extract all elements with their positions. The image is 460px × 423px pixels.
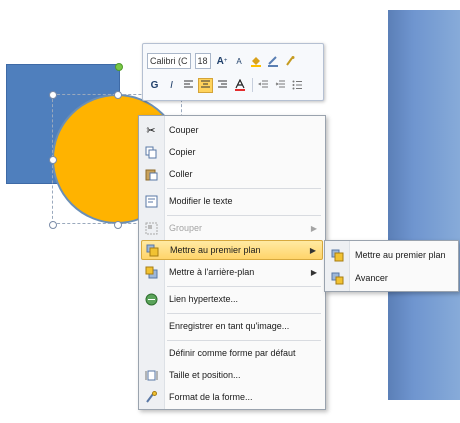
submenu-item-label: Avancer [355,273,388,283]
menu-item-label: Copier [169,147,196,157]
menu-item-label: Enregistrer en tant qu'image... [169,321,290,331]
menu-separator [167,340,321,341]
bring-forward-icon [327,270,347,286]
mini-toolbar-row-2: G I [147,76,307,94]
menu-item-group[interactable]: Grouper ▶ [141,218,323,238]
resize-handle-left[interactable] [49,156,57,164]
menu-item-label: Couper [169,125,199,135]
align-center-icon[interactable] [198,77,213,93]
mini-toolbar: Calibri (C 18 A + A G I [142,43,324,101]
menu-item-edit-text[interactable]: Modifier le texte [141,191,323,211]
resize-handle-bottom[interactable] [114,221,122,229]
decrease-indent-icon[interactable] [256,78,271,93]
menu-item-bring-to-front[interactable]: Mettre au premier plan ▶ [141,240,323,260]
menu-item-label: Mettre à l'arrière-plan [169,267,255,277]
increase-indent-icon[interactable] [273,78,288,93]
align-right-icon[interactable] [215,78,230,93]
menu-item-label: Format de la forme... [169,392,253,402]
bring-to-front-icon [327,247,347,263]
bring-front-icon [142,242,162,258]
empty-icon-slot [141,318,161,334]
menu-item-label: Modifier le texte [169,196,233,206]
bold-label: G [150,79,159,91]
submenu-arrow-icon: ▶ [309,245,316,255]
bring-to-front-submenu: Mettre au premier plan Avancer [324,240,459,292]
menu-item-label: Lien hypertexte... [169,294,239,304]
hyperlink-icon [141,291,161,307]
fill-color-icon[interactable] [249,54,264,69]
paste-icon [141,166,161,182]
resize-handle-bottom-left[interactable] [49,221,57,229]
menu-item-send-to-back[interactable]: Mettre à l'arrière-plan ▶ [141,262,323,282]
submenu-arrow-icon: ▶ [310,267,317,277]
slide-canvas: Calibri (C 18 A + A G I ✂ Couper Copier … [0,0,460,423]
menu-separator [167,286,321,287]
menu-item-set-default-shape[interactable]: Définir comme forme par défaut [141,343,323,363]
format-painter-icon[interactable] [283,54,298,69]
menu-item-copy[interactable]: Copier [141,142,323,162]
menu-item-size-position[interactable]: Taille et position... [141,365,323,385]
rotation-handle[interactable] [115,63,123,71]
scissors-icon: ✂ [146,123,156,137]
font-size-box[interactable]: 18 [194,53,211,69]
menu-item-save-as-image[interactable]: Enregistrer en tant qu'image... [141,316,323,336]
send-back-icon [141,264,161,280]
edit-text-icon [141,193,161,209]
font-color-icon[interactable] [232,78,247,93]
align-left-icon[interactable] [181,78,196,93]
menu-item-label: Coller [169,169,193,179]
italic-label: I [170,79,173,91]
menu-separator [167,313,321,314]
toolbar-separator [252,78,253,92]
submenu-arrow-icon: ▶ [310,223,317,233]
menu-item-label: Définir comme forme par défaut [169,348,296,358]
menu-separator [167,188,321,189]
font-name-box[interactable]: Calibri (C [147,53,191,69]
shrink-font-button[interactable]: A [232,54,247,69]
slide-panel [388,10,460,400]
size-position-icon [141,367,161,383]
group-icon [141,220,161,236]
format-shape-icon [141,389,161,405]
shrink-font-label: A [236,56,242,66]
copy-icon [141,144,161,160]
menu-item-label: Mettre au premier plan [170,245,261,255]
menu-item-label: Taille et position... [169,370,241,380]
menu-item-cut[interactable]: ✂ Couper [141,120,323,140]
menu-item-hyperlink[interactable]: Lien hypertexte... [141,289,323,309]
empty-icon-slot [141,345,161,361]
resize-handle-top[interactable] [114,91,122,99]
grow-font-button[interactable]: A + [215,54,230,69]
menu-item-label: Grouper [169,223,203,233]
bold-button[interactable]: G [147,78,162,93]
grow-font-label: A [216,55,224,67]
bullets-icon[interactable] [290,78,305,93]
mini-toolbar-row-1: Calibri (C 18 A + A [147,52,300,70]
menu-item-paste[interactable]: Coller [141,164,323,184]
outline-color-icon[interactable] [266,54,281,69]
submenu-item-bring-to-front[interactable]: Mettre au premier plan [327,245,456,265]
menu-separator [167,215,321,216]
submenu-item-bring-forward[interactable]: Avancer [327,268,456,288]
italic-button[interactable]: I [164,78,179,93]
context-menu: ✂ Couper Copier Coller Modifier le texte [138,115,326,410]
resize-handle-top-left[interactable] [49,91,57,99]
submenu-item-label: Mettre au premier plan [355,250,446,260]
menu-item-format-shape[interactable]: Format de la forme... [141,387,323,407]
